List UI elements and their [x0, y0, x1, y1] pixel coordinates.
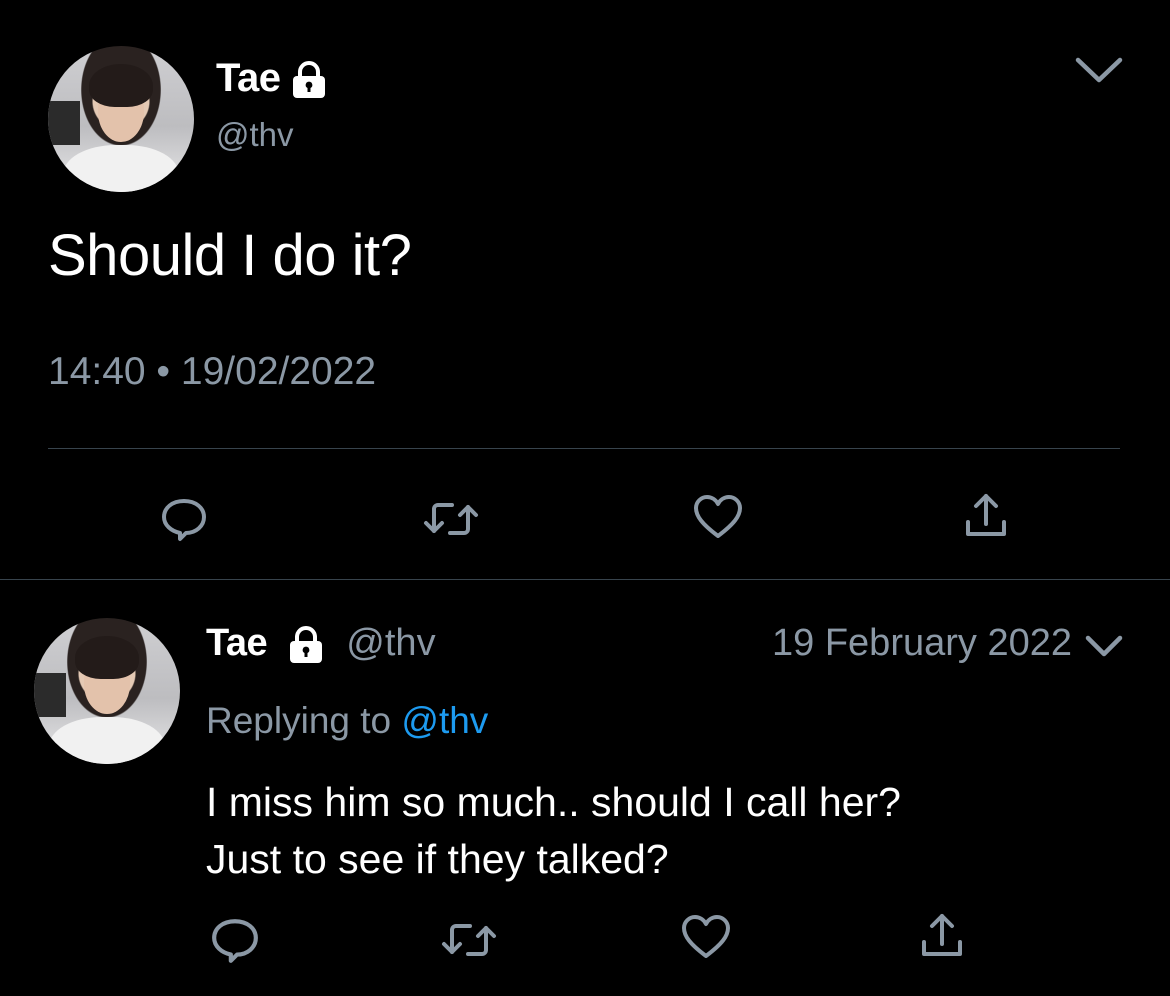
share-icon[interactable] — [962, 490, 1010, 540]
tweet-text-line: I miss him so much.. should I call her? — [206, 779, 901, 825]
divider — [48, 448, 1120, 449]
tweet-text: I miss him so much.. should I call her? … — [206, 774, 1106, 888]
tweet-text-line: Just to see if they talked? — [206, 836, 669, 882]
timestamp[interactable]: 19 February 2022 — [772, 622, 1072, 665]
mention-link[interactable]: @thv — [401, 700, 488, 741]
share-icon[interactable] — [918, 910, 966, 960]
display-name[interactable]: Tae — [216, 56, 327, 101]
chevron-down-icon[interactable] — [1074, 52, 1124, 88]
lock-icon — [293, 61, 326, 99]
reply-header: Tae @thv — [206, 622, 436, 665]
handle[interactable]: @thv — [216, 116, 294, 154]
handle[interactable]: @thv — [346, 622, 435, 664]
avatar[interactable] — [34, 618, 180, 764]
reply-icon[interactable] — [160, 495, 208, 543]
lock-icon — [289, 625, 322, 663]
timestamp[interactable]: 14:40 • 19/02/2022 — [48, 350, 376, 394]
reply-icon[interactable] — [210, 915, 260, 965]
retweet-icon[interactable] — [422, 495, 480, 543]
heart-icon[interactable] — [692, 494, 744, 540]
replying-to: Replying to @thv — [206, 700, 489, 741]
chevron-down-icon[interactable] — [1084, 632, 1124, 662]
display-name[interactable]: Tae — [206, 622, 268, 664]
divider — [0, 579, 1170, 580]
retweet-icon[interactable] — [440, 916, 498, 964]
heart-icon[interactable] — [680, 914, 732, 960]
tweet-text: Should I do it? — [48, 223, 412, 288]
avatar[interactable] — [48, 46, 194, 192]
